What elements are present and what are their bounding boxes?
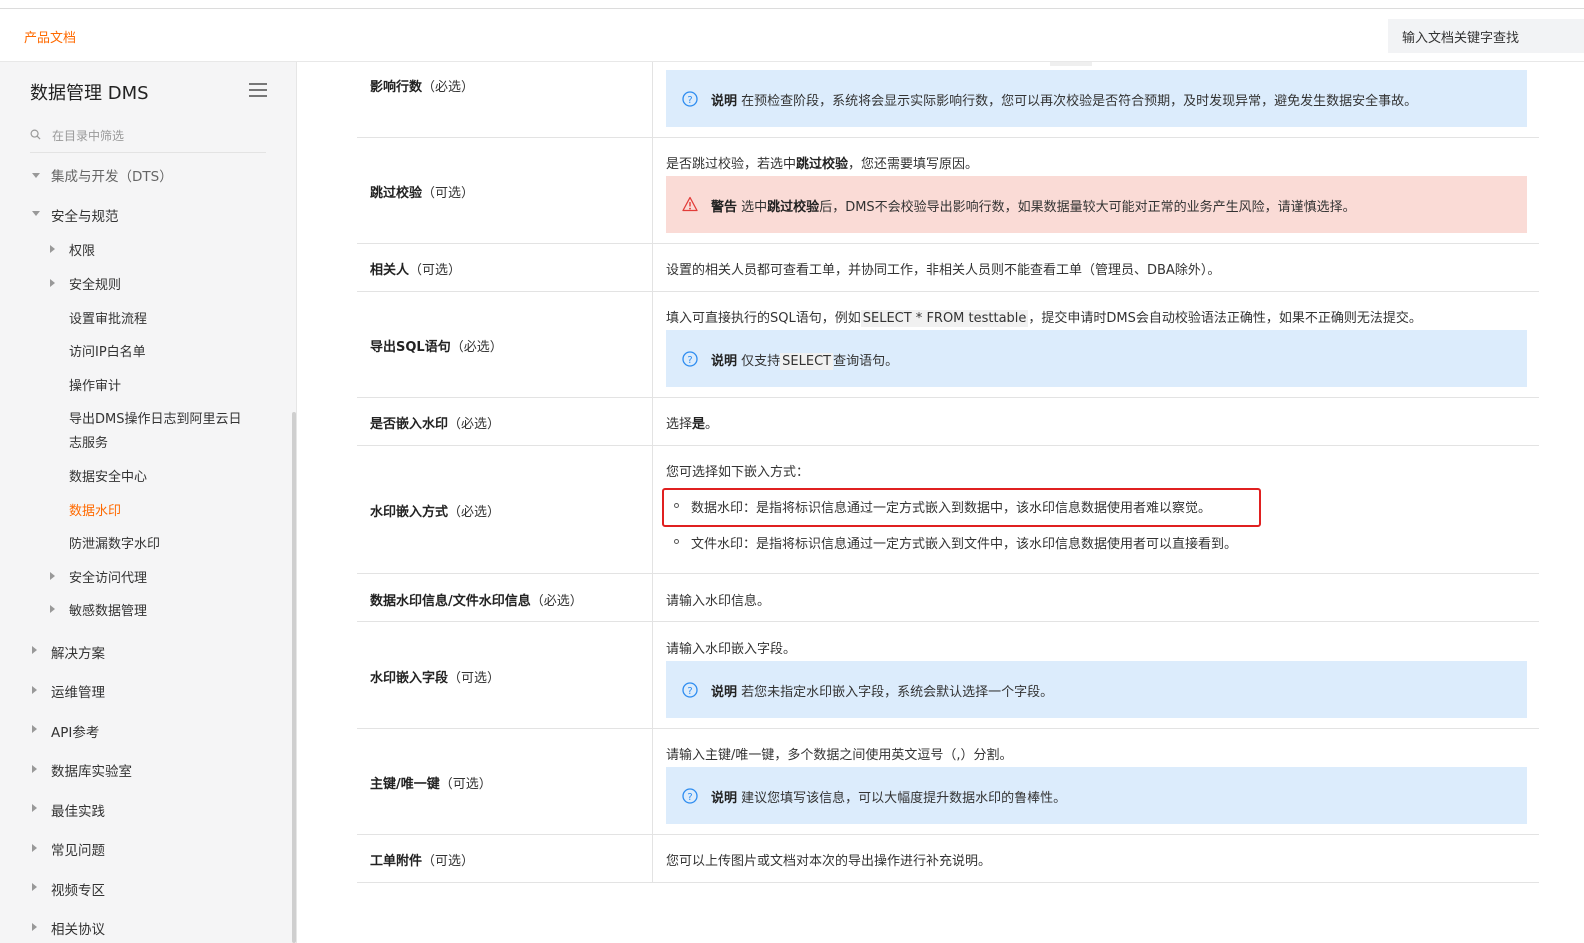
row-divider [357,573,1539,574]
column-divider [652,62,653,883]
sidebar-item-ops[interactable]: 运维管理 [51,681,105,701]
warning-box: 警告 选中跳过校验后，DMS不会校验导出影响行数，如果数据量较大可能对正常的业务… [666,176,1527,233]
sidebar-item-sensitive-data[interactable]: 敏感数据管理 [69,600,147,619]
svg-text:?: ? [687,95,692,106]
field-name: 跳过校验（可选） [370,186,475,201]
question-circle-icon: ? [682,682,698,698]
sidebar-item-solutions[interactable]: 解决方案 [51,642,105,662]
sidebar-item-access-proxy[interactable]: 安全访问代理 [69,567,147,586]
caret-right-icon [32,686,37,694]
field-description: 您可选择如下嵌入方式： [666,465,810,480]
sidebar-item-faq[interactable]: 常见问题 [51,839,105,859]
field-name: 主键/唯一键（可选） [370,777,492,792]
caret-right-icon [50,245,55,253]
sidebar-item-digital-watermark[interactable]: 防泄漏数字水印 [69,533,160,552]
row-divider [357,137,1539,138]
list-item: 文件水印：是指将标识信息通过一定方式嵌入到文件中，该水印信息数据使用者可以直接看… [691,537,1238,552]
note-box: ? 说明 在预检查阶段，系统将会显示实际影响行数，您可以再次校验是否符合预期，及… [666,70,1527,127]
inline-code: SELECT [780,353,834,370]
question-circle-icon: ? [682,91,698,107]
sidebar-item-best-practices[interactable]: 最佳实践 [51,800,105,820]
field-name: 影响行数（必选） [370,80,475,95]
top-header: 产品文档 输入文档关键字查找 [0,10,1584,62]
browser-top-strip [0,0,1584,9]
sidebar-item-api[interactable]: API参考 [51,721,99,741]
field-name: 相关人（可选） [370,263,462,278]
caret-right-icon [50,279,55,287]
sidebar-item-audit[interactable]: 操作审计 [69,375,121,394]
field-description: 填入可直接执行的SQL语句，例如 SELECT * FROM testtable，… [666,310,1422,327]
caret-right-icon [32,923,37,931]
row-divider [357,728,1539,729]
row-divider [357,445,1539,446]
field-name: 导出SQL语句（必选） [370,340,503,355]
sidebar-item-ip-whitelist[interactable]: 访问IP白名单 [69,341,146,360]
field-description: 设置的相关人员都可查看工单，并协同工作，非相关人员则不能查看工单（管理员、DBA… [666,263,1221,278]
hamburger-menu-icon[interactable] [249,83,267,97]
warning-triangle-icon [682,196,698,212]
row-divider [357,243,1539,244]
sidebar-item-approval[interactable]: 设置审批流程 [69,308,147,327]
highlight-annotation-box [662,488,1261,527]
caret-right-icon [50,572,55,580]
note-box: ? 说明 若您未指定水印嵌入字段，系统会默认选择一个字段。 [666,661,1527,718]
sidebar-item-security[interactable]: 安全与规范 [51,205,119,225]
caret-down-icon [32,173,40,178]
caret-right-icon [32,725,37,733]
sidebar-item-data-watermark[interactable]: 数据水印 [69,500,121,519]
question-circle-icon: ? [682,788,698,804]
sidebar-item-security-rules[interactable]: 安全规则 [69,274,121,293]
field-description: 是否跳过校验，若选中跳过校验，您还需要填写原因。 [666,157,979,172]
caret-right-icon [32,765,37,773]
field-name: 是否嵌入水印（必选） [370,417,501,432]
sidebar-title: 数据管理 DMS [30,83,149,104]
field-description: 选择是。 [666,417,719,432]
row-divider [357,621,1539,622]
field-name: 数据水印信息/文件水印信息（必选） [370,594,583,609]
field-description: 您可以上传图片或文档对本次的导出操作进行补充说明。 [666,854,992,869]
row-divider [357,397,1539,398]
svg-text:?: ? [687,355,692,366]
caret-right-icon [32,646,37,654]
sidebar-item-export-log[interactable]: 导出DMS操作日志到阿里云日 [69,408,241,427]
sidebar-item-videos[interactable]: 视频专区 [51,879,105,899]
product-docs-link[interactable]: 产品文档 [24,27,76,46]
sidebar-item-data-security-center[interactable]: 数据安全中心 [69,466,147,485]
svg-text:?: ? [687,792,692,803]
catalog-filter-input[interactable]: 在目录中筛选 [30,122,266,153]
sidebar-item-agreements[interactable]: 相关协议 [51,918,105,938]
row-divider [357,882,1539,883]
sidebar-item-dts[interactable]: 集成与开发（DTS） [51,165,173,185]
bullet-icon [674,539,679,544]
field-description: 请输入水印信息。 [666,594,771,609]
caret-right-icon [50,605,55,613]
sidebar-item-permissions[interactable]: 权限 [69,240,95,259]
question-circle-icon: ? [682,351,698,367]
caret-down-icon [32,211,40,216]
cut-off-row-fragment [1050,62,1092,66]
sidebar-scrollbar[interactable] [292,412,296,943]
search-icon [30,129,41,140]
sidebar-item-export-log-cont[interactable]: 志服务 [69,432,108,451]
note-box: ? 说明 仅支持 SELECT 查询语句。 [666,330,1527,387]
caret-right-icon [32,883,37,891]
main-content: 影响行数（必选） ? 说明 在预检查阶段，系统将会显示实际影响行数，您可以再次校… [298,62,1584,943]
note-box: ? 说明 建议您填写该信息，可以大幅度提升数据水印的鲁棒性。 [666,767,1527,824]
caret-right-icon [32,844,37,852]
field-description: 请输入主键/唯一键，多个数据之间使用英文逗号（,）分割。 [666,748,1013,763]
field-description: 请输入水印嵌入字段。 [666,642,797,657]
sidebar: 数据管理 DMS 在目录中筛选 集成与开发（DTS） 安全与规范 权限 安全规则… [0,62,297,943]
doc-search-input[interactable]: 输入文档关键字查找 [1388,19,1584,53]
sidebar-item-lab[interactable]: 数据库实验室 [51,760,132,780]
inline-code: SELECT * FROM testtable [860,310,1029,327]
row-divider [357,834,1539,835]
caret-right-icon [32,804,37,812]
field-name: 工单附件（可选） [370,854,475,869]
svg-text:?: ? [687,686,692,697]
field-name: 水印嵌入字段（可选） [370,671,501,686]
row-divider [357,291,1539,292]
filter-placeholder: 在目录中筛选 [52,129,125,143]
field-name: 水印嵌入方式（必选） [370,505,501,520]
